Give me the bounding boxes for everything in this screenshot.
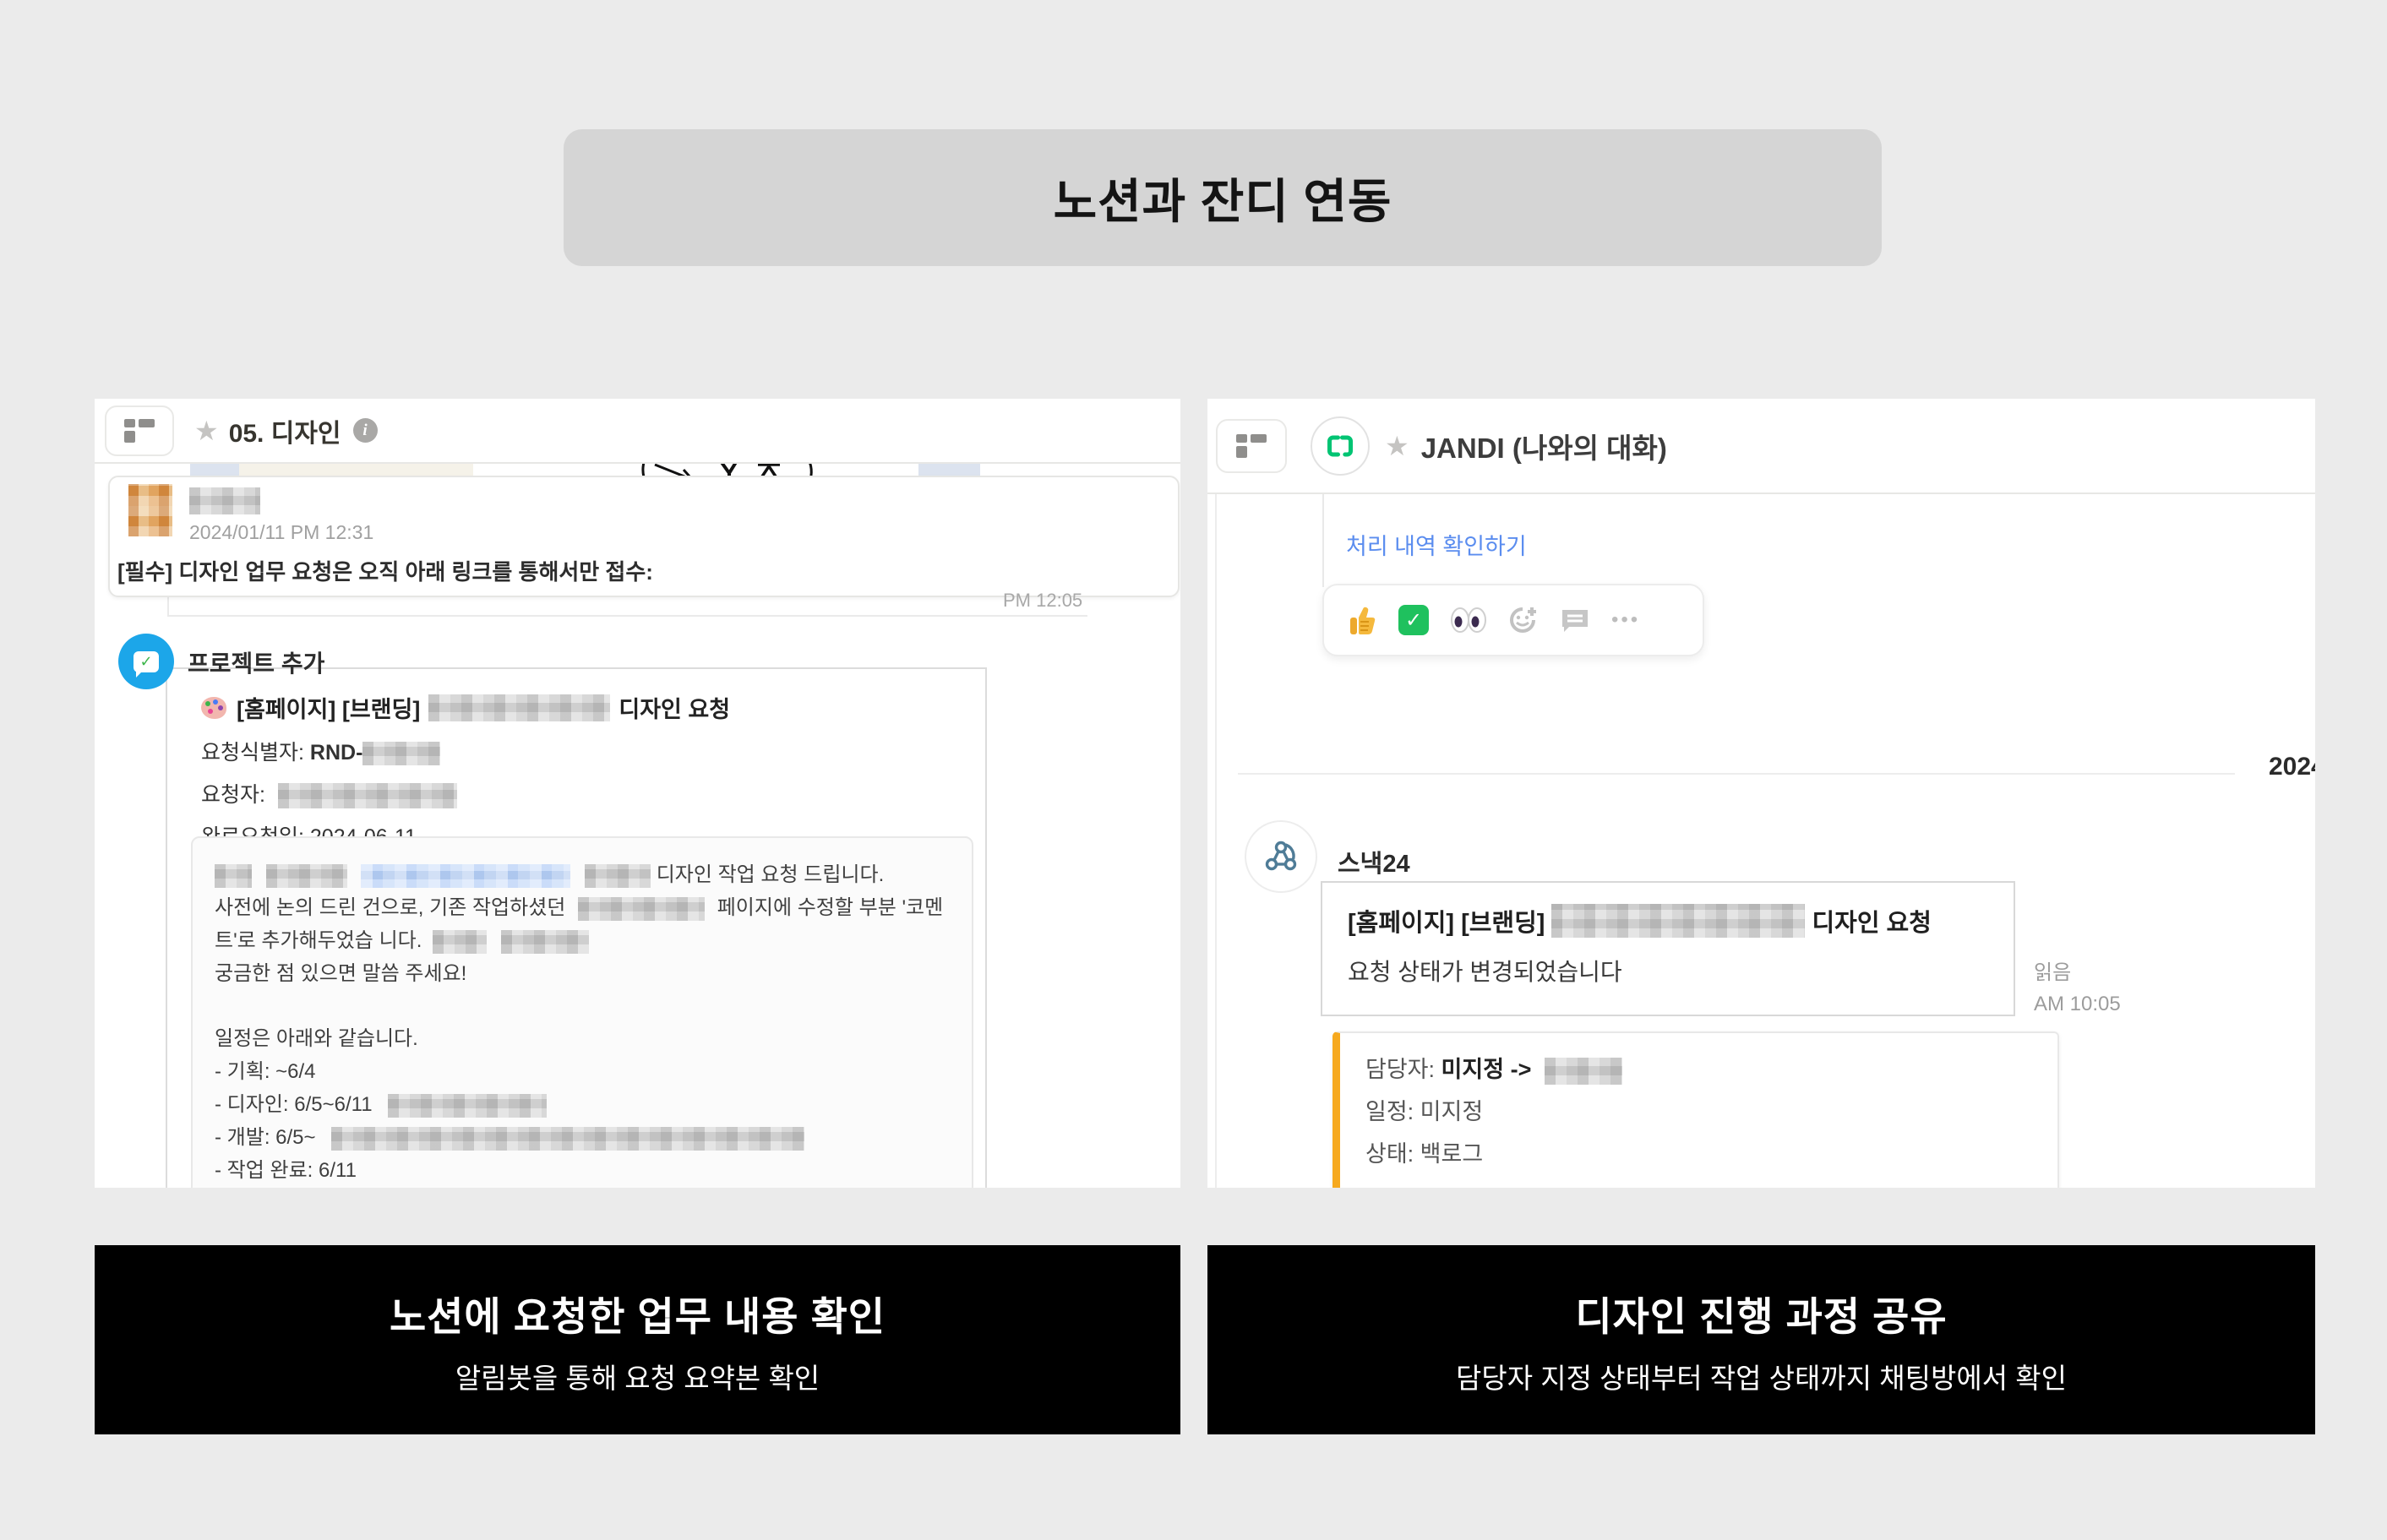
caption-right-subtitle: 담당자 지정 상태부터 작업 상태까지 채팅방에서 확인 [1456,1356,2067,1396]
body-line: - 작업 완료: 6/11 [215,1154,950,1187]
check-reaction[interactable]: ✓ [1398,605,1429,635]
redacted-requester [278,783,457,808]
read-receipt: 읽음 [2034,955,2071,985]
jandi-chat-header: ★ JANDI (나와의 대화) [1207,399,2315,494]
history-link[interactable]: 처리 내역 확인하기 [1346,528,1527,561]
page-title: 노션과 잔디 연동 [1054,164,1392,232]
more-reactions-icon[interactable]: ••• [1611,608,1640,632]
layout-icon [124,419,155,443]
caption-left-subtitle: 알림봇을 통해 요청 요약본 확인 [455,1356,820,1396]
status-detail-card: 담당자: 미지정 -> 일정: 미지정 상태: 백로그 https://www.… [1332,1031,2059,1188]
info-icon[interactable]: i [353,418,378,443]
sender-name: 스낵24 [1338,844,1410,879]
message-text: [필수] 디자인 업무 요청은 오직 아래 링크를 통해서만 접수: [117,555,653,586]
channel-title: 05. 디자인 [229,412,341,449]
body-line: 사전에 논의 드린 건으로, 기존 작업하셨던 페이지에 수정할 부분 '코멘트… [215,891,950,957]
message-timestamp: 2024/01/11 PM 12:31 [189,521,373,544]
chat-title: JANDI (나와의 대화) [1421,426,1667,466]
sidebar-toggle-button[interactable] [1216,419,1287,473]
add-reaction-icon[interactable] [1508,605,1539,635]
redacted-assignee [1545,1058,1622,1085]
notion-screenshot-panel: ★ 05. 디자인 i PM 12:05 2024/01/11 PM 12:31… [95,399,1180,1188]
body-line: 궁금한 점 있으면 말씀 주세요! [215,957,950,990]
body-line: - 기획: ~6/4 [215,1055,950,1088]
request-title-prefix: [홈페이지] [브랜딩] [237,691,420,724]
design-request-card: [홈페이지] [브랜딩] 디자인 요청 요청식별자: RND- 요청자: 완료요… [166,667,987,1188]
previous-message-border [1322,494,1324,587]
layout-icon [1236,434,1267,458]
jandi-chat-body: 처리 내역 확인하기 ✓ [1207,494,2315,1188]
webhook-bot-avatar [1245,820,1317,893]
body-line: 디자인 작업 요청 드립니다. [215,858,950,891]
request-title-suffix: 디자인 요청 [619,691,730,724]
request-body-box: 디자인 작업 요청 드립니다. 사전에 논의 드린 건으로, 기존 작업하셨던 … [191,836,973,1188]
page-title-box: 노션과 잔디 연동 [564,129,1882,266]
avatar [128,484,172,536]
message-time: AM 10:05 [2034,993,2121,1016]
notion-channel-header: ★ 05. 디자인 i [95,399,1180,464]
caption-right-title: 디자인 진행 과정 공유 [1575,1284,1947,1342]
status-title-suffix: 디자인 요청 [1812,903,1931,939]
body-line: 일정은 아래와 같습니다. [215,1022,950,1055]
caption-left: 노션에 요청한 업무 내용 확인 알림봇을 통해 요청 요약본 확인 [95,1245,1180,1434]
redacted-project-name [428,694,610,721]
message-timestamp: PM 12:05 [1003,590,1082,612]
redacted-username [189,487,260,514]
notification-bot-icon: ✓ [118,634,174,689]
notion-message-card: 2024/01/11 PM 12:31 [필수] 디자인 업무 요청은 오직 아… [108,476,1180,597]
jandi-screenshot-panel: ★ JANDI (나와의 대화) 처리 내역 확인하기 ✓ [1207,399,2315,1188]
status-title-prefix: [홈페이지] [브랜딩] [1348,903,1545,939]
infographic-page: 노션과 잔디 연동 ★ 05. 디자인 i PM 12:05 [0,0,2387,1540]
body-line: - 디자인: 6/5~6/11 [215,1088,950,1121]
status-subtitle: 요청 상태가 변경되었습니다 [1348,954,1988,988]
comment-icon[interactable] [1561,607,1589,634]
body-line: - 개발: 6/5~ [215,1121,950,1154]
status-title-row: [홈페이지] [브랜딩] 디자인 요청 [1348,903,1988,939]
status-line: 상태: 백로그 [1365,1133,2032,1175]
favorite-star-icon[interactable]: ★ [1385,433,1409,460]
redacted-mention-link [361,864,570,888]
eyes-reaction[interactable] [1451,607,1486,633]
bot-block-label: 프로젝트 추가 [188,645,324,679]
sidebar-toggle-button[interactable] [105,405,174,456]
favorite-star-icon[interactable]: ★ [194,417,219,444]
status-message-card: [홈페이지] [브랜딩] 디자인 요청 요청 상태가 변경되었습니다 [1321,881,2015,1016]
caption-left-title: 노션에 요청한 업무 내용 확인 [390,1284,886,1342]
redacted-project-name [1551,904,1805,938]
schedule-line: 일정: 미지정 [1365,1091,2032,1133]
requester-field: 요청자: [201,778,985,808]
assignee-line: 담당자: 미지정 -> [1365,1048,2032,1091]
request-title-row: [홈페이지] [브랜딩] 디자인 요청 [201,691,985,724]
date-divider-label: 2024 [2269,753,2315,781]
request-id-field: 요청식별자: RND- [201,736,985,766]
palette-icon [201,695,228,721]
date-divider-line [1238,773,2235,775]
reaction-bar: ✓ [1322,584,1704,656]
redacted-id [362,742,440,765]
panel-divider [1215,494,1217,1188]
jandi-logo [1311,416,1370,476]
caption-right: 디자인 진행 과정 공유 담당자 지정 상태부터 작업 상태까지 채팅방에서 확… [1207,1245,2315,1434]
thumbs-up-reaction[interactable] [1348,605,1376,635]
